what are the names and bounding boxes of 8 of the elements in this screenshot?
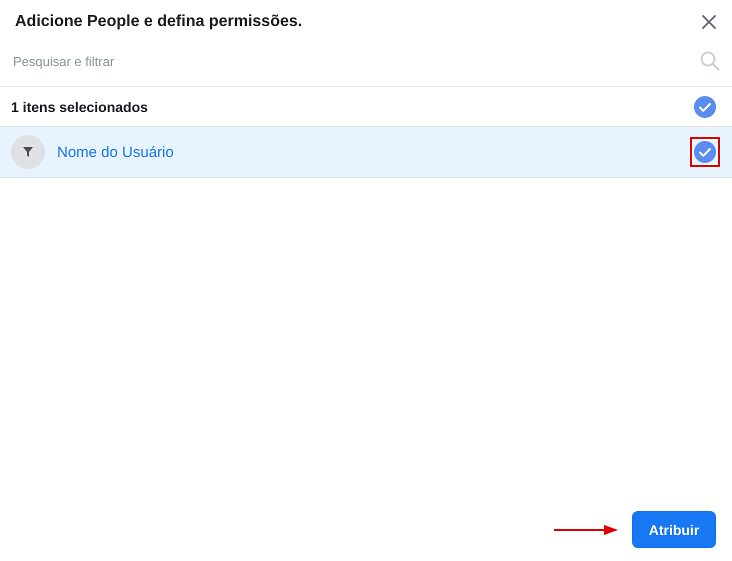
- user-checkbox[interactable]: [690, 137, 720, 167]
- selection-count: 1 itens selecionados: [11, 98, 148, 114]
- avatar-icon: [11, 135, 45, 169]
- search-icon: [700, 51, 720, 71]
- user-row[interactable]: Nome do Usuário: [0, 127, 732, 178]
- user-name: Nome do Usuário: [57, 144, 174, 160]
- assign-button[interactable]: Atribuir: [632, 511, 716, 548]
- dialog-title: Adicione People e defina permissões.: [15, 13, 302, 31]
